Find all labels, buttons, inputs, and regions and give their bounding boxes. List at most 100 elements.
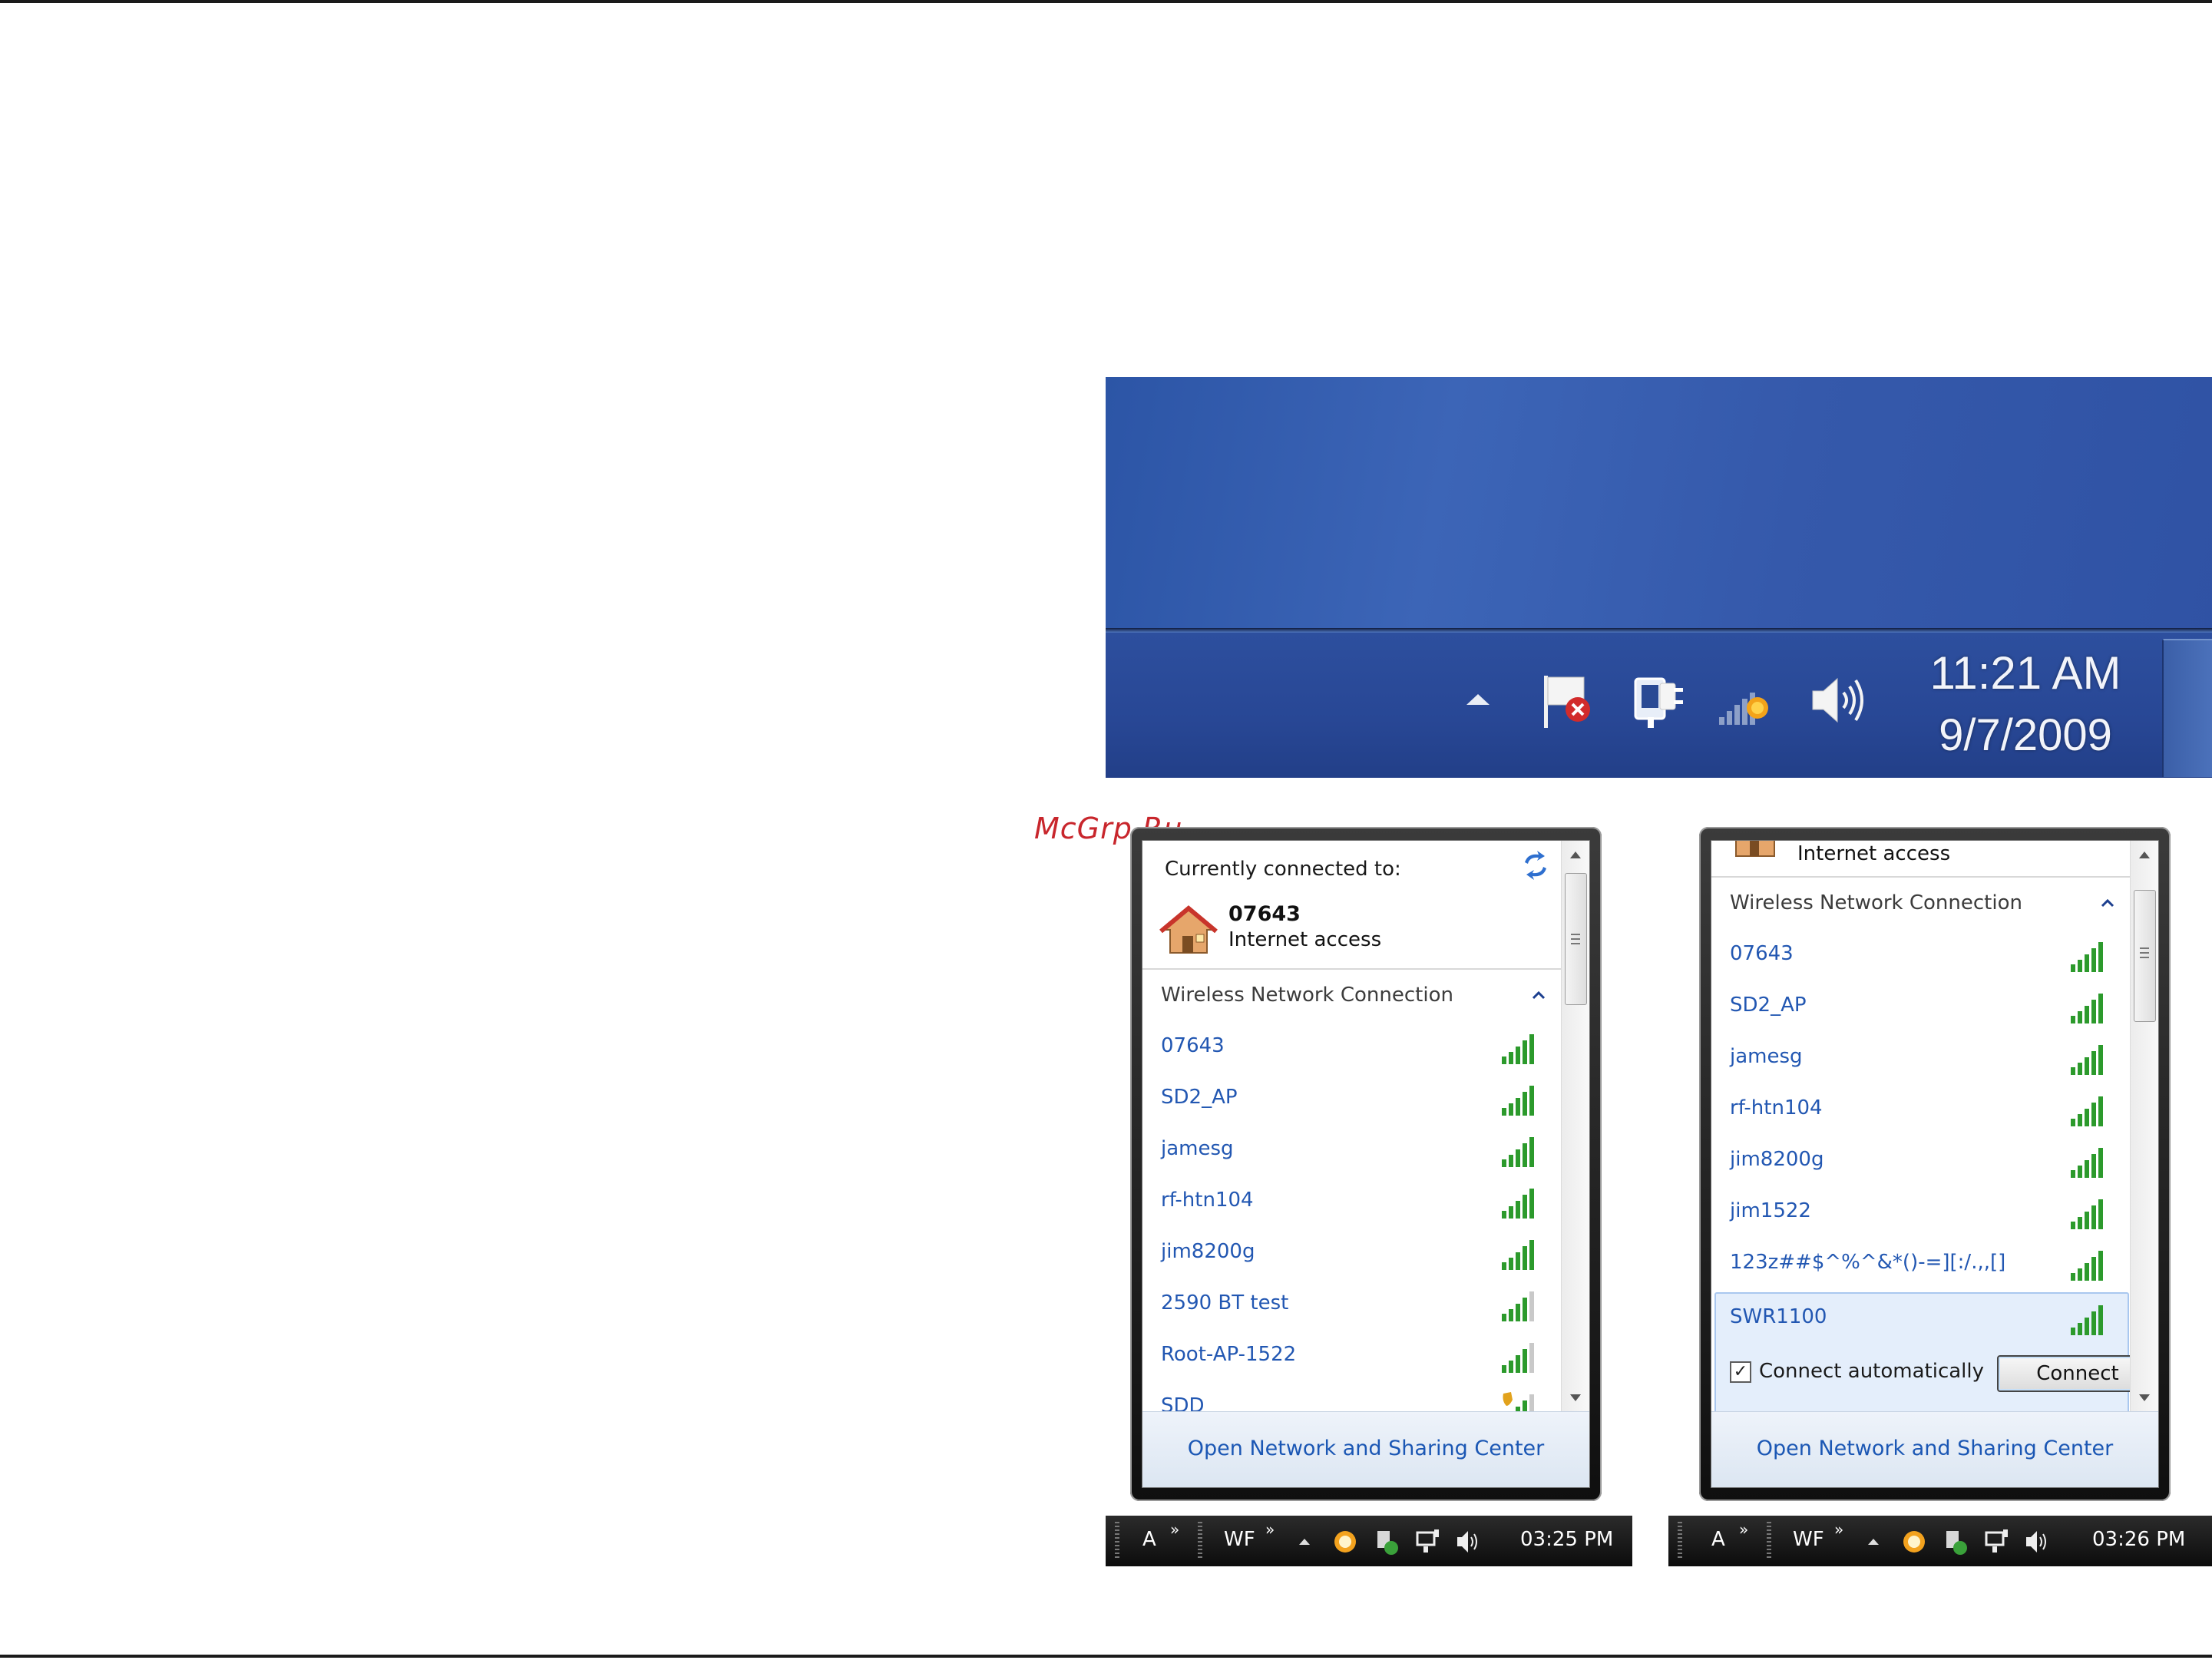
network-list-item[interactable]: jamesg (1142, 1126, 1562, 1176)
scroll-grip (2140, 947, 2149, 949)
mini-taskbar-left: A » WF » 03:25 PM (1106, 1516, 1632, 1566)
signal-bars-icon (1502, 1343, 1534, 1373)
toolbar-label-a[interactable]: A (1142, 1528, 1156, 1551)
chevron-more-icon[interactable]: » (1739, 1520, 1748, 1539)
signal-bars-icon (1502, 1137, 1534, 1167)
chevron-up-icon[interactable] (1531, 990, 1546, 1000)
network-list-item[interactable]: 2590 BT test (1142, 1280, 1562, 1331)
network-list-item[interactable]: SD2_AP (1142, 1074, 1562, 1125)
network-computer-icon[interactable] (1414, 1528, 1442, 1556)
messenger-icon[interactable] (1331, 1528, 1359, 1556)
connect-automatically-label: Connect automatically (1759, 1360, 1985, 1383)
selected-network-item[interactable]: SWR1100 ✓ Connect automatically Connect (1714, 1292, 2131, 1412)
network-list-item[interactable]: 07643 (1142, 1023, 1562, 1073)
scroll-up-icon[interactable] (2139, 851, 2150, 858)
clock-date[interactable]: 9/7/2009 (1926, 709, 2125, 761)
open-network-sharing-center-link[interactable]: Open Network and Sharing Center (1757, 1437, 2114, 1460)
toolbar-grip (1678, 1522, 1682, 1560)
signal-bars-icon (1502, 1240, 1534, 1270)
signal-bars-shield-icon (1503, 1392, 1534, 1412)
signal-bars-icon (1502, 1291, 1534, 1321)
page-bottom-rule (0, 1655, 2212, 1658)
signal-bars-icon (2071, 1251, 2103, 1281)
chevron-more-icon[interactable]: » (1265, 1520, 1275, 1539)
toolbar-grip (1767, 1522, 1771, 1560)
signal-bars-icon (2071, 1148, 2103, 1178)
show-desktop-button[interactable] (2162, 639, 2212, 777)
messenger-icon[interactable] (1900, 1528, 1928, 1556)
volume-icon[interactable] (1808, 670, 1870, 731)
chevron-up-icon[interactable] (2100, 898, 2115, 908)
network-computer-icon[interactable] (1983, 1528, 2011, 1556)
vertical-scrollbar[interactable] (2130, 841, 2158, 1412)
clock-time[interactable]: 11:21 AM (1926, 646, 2125, 699)
network-list-item[interactable]: rf-htn104 (1711, 1085, 2131, 1136)
network-status-icon[interactable] (1373, 1528, 1400, 1556)
show-hidden-icons-arrow-icon[interactable] (1299, 1539, 1310, 1545)
signal-bars-icon (1502, 1034, 1534, 1064)
network-list-item[interactable]: jamesg (1711, 1033, 2131, 1084)
network-list-item[interactable]: rf-htn104 (1142, 1177, 1562, 1228)
network-status-icon[interactable] (1942, 1528, 1969, 1556)
popup-footer: Open Network and Sharing Center (1142, 1411, 1589, 1487)
toolbar-label-wf[interactable]: WF (1793, 1528, 1824, 1551)
toolbar-grip (1198, 1522, 1202, 1560)
selected-network-row[interactable]: SWR1100 (1716, 1294, 2128, 1344)
scroll-thumb[interactable] (1565, 873, 1587, 1005)
connect-automatically-checkbox[interactable]: ✓ (1730, 1361, 1751, 1383)
toolbar-label-a[interactable]: A (1711, 1528, 1725, 1551)
power-plug-icon[interactable] (1626, 670, 1688, 731)
connected-network-status: Internet access (1228, 928, 1382, 951)
network-name: jamesg (1161, 1137, 1234, 1160)
network-name: jim1522 (1730, 1199, 1811, 1222)
network-name: 07643 (1161, 1034, 1225, 1057)
signal-bars-icon (2071, 1199, 2103, 1229)
network-list-item[interactable]: SDD (1142, 1383, 1562, 1412)
vertical-scrollbar[interactable] (1561, 841, 1589, 1412)
network-list-item[interactable]: 123z##$^%^&*()-=][:/.,,[] (1711, 1239, 2131, 1290)
page-top-rule (0, 0, 2212, 3)
open-network-sharing-center-link[interactable]: Open Network and Sharing Center (1188, 1437, 1545, 1460)
popup-panel: Currently connected to: 07643 Internet a… (1142, 840, 1590, 1488)
section-divider (1711, 876, 2131, 878)
scroll-grip (1571, 934, 1580, 935)
toolbar-label-wf[interactable]: WF (1224, 1528, 1255, 1551)
action-center-flag-icon[interactable] (1539, 671, 1601, 732)
network-list-item[interactable]: jim1522 (1711, 1188, 2131, 1238)
scroll-down-icon[interactable] (1570, 1394, 1581, 1401)
network-list-item[interactable]: SD2_AP (1711, 982, 2131, 1033)
scroll-grip (1571, 938, 1580, 940)
scroll-grip (2140, 957, 2149, 958)
connect-button[interactable]: Connect (1997, 1355, 2131, 1392)
network-list-item[interactable]: jim8200g (1711, 1136, 2131, 1187)
section-divider (1142, 968, 1562, 970)
network-list-item[interactable]: jim8200g (1142, 1228, 1562, 1279)
network-name: rf-htn104 (1161, 1189, 1254, 1212)
scroll-up-icon[interactable] (1570, 851, 1581, 858)
network-name: SWR1100 (1730, 1305, 1827, 1328)
volume-icon[interactable] (1454, 1528, 1482, 1556)
refresh-icon[interactable] (1520, 850, 1551, 881)
show-hidden-icons-arrow-icon[interactable] (1466, 694, 1490, 705)
popup-content: Currently connected to: 07643 Internet a… (1142, 841, 1562, 1412)
show-hidden-icons-arrow-icon[interactable] (1868, 1539, 1879, 1545)
network-popup-right: Internet access Wireless Network Connect… (1699, 827, 2171, 1501)
network-name: 2590 BT test (1161, 1291, 1289, 1314)
section-label: Wireless Network Connection (1730, 891, 2022, 914)
taskbar: 11:21 AM 9/7/2009 (1106, 633, 2212, 778)
wireless-network-icon[interactable] (1716, 673, 1785, 734)
currently-connected-label: Currently connected to: (1165, 858, 1401, 881)
scroll-thumb[interactable] (2134, 890, 2156, 1022)
signal-bars-icon (2071, 1096, 2103, 1126)
network-name: jim8200g (1161, 1240, 1255, 1263)
chevron-more-icon[interactable]: » (1170, 1520, 1179, 1539)
mini-clock-time[interactable]: 03:26 PM (2092, 1528, 2185, 1551)
signal-bars-icon (1502, 1189, 1534, 1219)
signal-bars-icon (2071, 942, 2103, 972)
mini-clock-time[interactable]: 03:25 PM (1520, 1528, 1613, 1551)
chevron-more-icon[interactable]: » (1834, 1520, 1843, 1539)
network-list-item[interactable]: 07643 (1711, 931, 2131, 981)
network-list-item[interactable]: Root-AP-1522 (1142, 1331, 1562, 1382)
scroll-down-icon[interactable] (2139, 1394, 2150, 1401)
volume-icon[interactable] (2023, 1528, 2051, 1556)
